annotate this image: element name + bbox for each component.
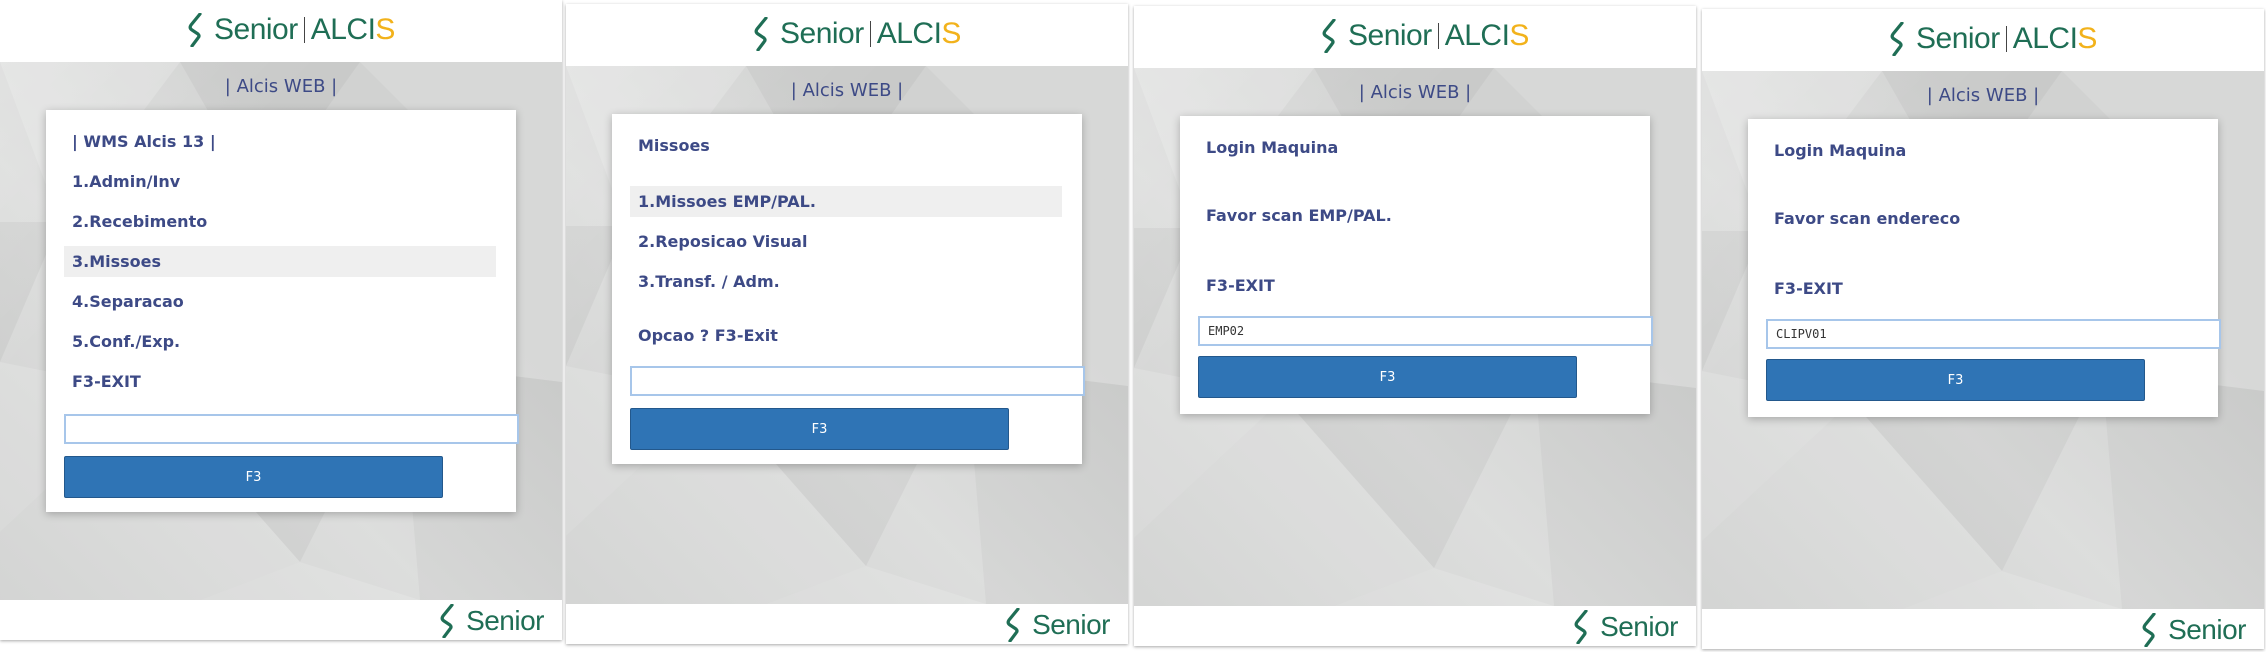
footer: Senior: [0, 600, 562, 640]
menu-item-admin-inv[interactable]: 1.Admin/Inv: [72, 172, 180, 191]
logo-alcis-text: ALCIS: [876, 17, 962, 51]
header: Senior ALCIS: [1134, 6, 1696, 68]
f3-button[interactable]: F3: [1198, 356, 1577, 398]
footer-logo: Senior: [1004, 608, 1110, 642]
logo-alcis-s: S: [1509, 19, 1529, 52]
menu-item-transf-adm[interactable]: 3.Transf. / Adm.: [638, 272, 780, 291]
logo-divider: [1437, 23, 1439, 49]
menu-card: Missoes 1.Missoes EMP/PAL. 2.Reposicao V…: [612, 114, 1085, 464]
menu-title: Missoes: [638, 136, 710, 155]
logo-alcis-main: ALCI: [876, 17, 942, 50]
logo-divider: [303, 17, 305, 43]
footer: Senior: [1134, 606, 1696, 646]
logo-alcis-s: S: [2077, 22, 2097, 55]
logo-senior-text: Senior: [780, 17, 864, 50]
content-area: | Alcis WEB | Login Maquina Favor scan E…: [1134, 68, 1696, 606]
menu-card: | WMS Alcis 13 | 1.Admin/Inv 2.Recebimen…: [46, 110, 519, 512]
menu-item-recebimento[interactable]: 2.Recebimento: [72, 212, 207, 231]
footer: Senior: [566, 604, 1128, 644]
senior-logo-icon: [186, 13, 208, 47]
screen-login-maquina-emp: Senior ALCIS | Alcis WEB | Login Maquina…: [1134, 6, 1696, 646]
app-subtitle: | Alcis WEB |: [224, 76, 338, 97]
screen-title: Login Maquina: [1774, 141, 1907, 160]
footer-senior-text: Senior: [1032, 609, 1110, 640]
app-subtitle: | Alcis WEB |: [1926, 85, 2040, 106]
scan-message: Favor scan EMP/PAL.: [1206, 206, 1392, 225]
header: Senior ALCIS: [1702, 9, 2264, 71]
menu-item-missoes-emp-pal-selected[interactable]: 1.Missoes EMP/PAL.: [630, 186, 1062, 217]
content-area: | Alcis WEB | Missoes 1.Missoes EMP/PAL.…: [566, 66, 1128, 604]
logo-senior-text: Senior: [1916, 22, 2000, 55]
exit-hint: F3-EXIT: [1206, 276, 1275, 295]
logo-senior-text: Senior: [1348, 19, 1432, 52]
logo-alcis-main: ALCI: [2012, 22, 2078, 55]
content-area: | Alcis WEB | Login Maquina Favor scan e…: [1702, 71, 2264, 609]
senior-logo-icon: [752, 17, 774, 51]
footer-logo: Senior: [438, 604, 544, 638]
option-input[interactable]: [630, 366, 1085, 396]
menu-item-missoes-selected[interactable]: 3.Missoes: [64, 246, 496, 277]
footer: Senior: [1702, 609, 2264, 649]
senior-logo-icon: [1572, 610, 1594, 644]
header: Senior ALCIS: [0, 0, 562, 62]
footer-logo: Senior: [2140, 613, 2246, 647]
exit-hint: F3-EXIT: [1774, 279, 1843, 298]
logo-alcis-main: ALCI: [310, 13, 376, 46]
menu-item-separacao[interactable]: 4.Separacao: [72, 292, 184, 311]
logo-alcis-s: S: [941, 17, 961, 50]
logo: Senior ALCIS: [752, 16, 961, 52]
senior-logo-icon: [1888, 22, 1910, 56]
footer-logo: Senior: [1572, 610, 1678, 644]
menu-item-reposicao-visual[interactable]: 2.Reposicao Visual: [638, 232, 807, 251]
senior-logo-icon: [2140, 613, 2162, 647]
footer-senior-text: Senior: [466, 605, 544, 636]
screen-main-menu: Senior ALCIS | Alcis WEB | | WMS Alcis 1…: [0, 0, 562, 640]
header: Senior ALCIS: [566, 4, 1128, 66]
menu-title: | WMS Alcis 13 |: [72, 132, 216, 151]
f3-button[interactable]: F3: [1766, 359, 2145, 401]
logo: Senior ALCIS: [186, 12, 395, 48]
app-subtitle: | Alcis WEB |: [1358, 82, 1472, 103]
logo-alcis-main: ALCI: [1444, 19, 1510, 52]
scan-input[interactable]: [1766, 319, 2221, 349]
logo-divider: [2005, 26, 2007, 52]
option-input[interactable]: [64, 414, 519, 444]
logo-divider: [869, 21, 871, 47]
logo: Senior ALCIS: [1888, 21, 2097, 57]
screen-title: Login Maquina: [1206, 138, 1339, 157]
menu-item-f3-exit[interactable]: F3-EXIT: [72, 372, 141, 391]
logo-alcis-text: ALCIS: [310, 13, 396, 47]
logo-alcis-text: ALCIS: [1444, 19, 1530, 53]
senior-logo-icon: [438, 604, 460, 638]
senior-logo-icon: [1320, 19, 1342, 53]
footer-senior-text: Senior: [1600, 611, 1678, 642]
login-card: Login Maquina Favor scan endereco F3-EXI…: [1748, 119, 2221, 417]
footer-senior-text: Senior: [2168, 614, 2246, 645]
screen-missoes: Senior ALCIS | Alcis WEB | Missoes 1.Mis…: [566, 4, 1128, 644]
content-area: | Alcis WEB | | WMS Alcis 13 | 1.Admin/I…: [0, 62, 562, 600]
logo-alcis-s: S: [375, 13, 395, 46]
menu-item-conf-exp[interactable]: 5.Conf./Exp.: [72, 332, 180, 351]
logo-senior-text: Senior: [214, 13, 298, 46]
f3-button[interactable]: F3: [630, 408, 1009, 450]
logo: Senior ALCIS: [1320, 18, 1529, 54]
screen-login-maquina-endereco: Senior ALCIS | Alcis WEB | Login Maquina…: [1702, 9, 2264, 649]
f3-button[interactable]: F3: [64, 456, 443, 498]
login-card: Login Maquina Favor scan EMP/PAL. F3-EXI…: [1180, 116, 1653, 414]
scan-input[interactable]: [1198, 316, 1653, 346]
option-prompt: Opcao ? F3-Exit: [638, 326, 778, 345]
scan-message: Favor scan endereco: [1774, 209, 1961, 228]
logo-alcis-text: ALCIS: [2012, 22, 2098, 56]
app-subtitle: | Alcis WEB |: [790, 80, 904, 101]
senior-logo-icon: [1004, 608, 1026, 642]
